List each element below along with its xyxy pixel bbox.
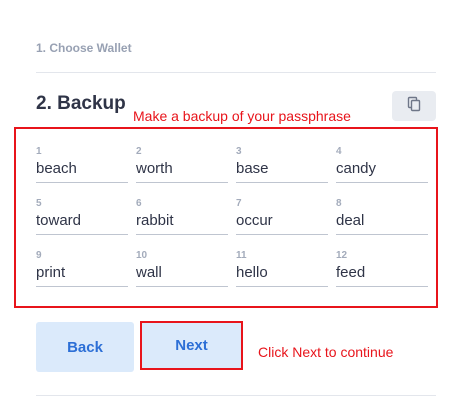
word-value: rabbit [136, 212, 174, 229]
word-number: 11 [236, 250, 247, 261]
word-number: 6 [136, 198, 142, 209]
next-button[interactable]: Next [140, 321, 243, 370]
word-underline [36, 286, 128, 287]
word-number: 7 [236, 198, 242, 209]
passphrase-grid: 1 beach 2 worth 3 base 4 candy 5 toward … [14, 127, 438, 308]
word-underline [236, 286, 328, 287]
word-value: toward [36, 212, 82, 229]
word-underline [336, 286, 428, 287]
word-value: beach [36, 160, 77, 177]
word-value: wall [136, 264, 162, 281]
word-value: candy [336, 160, 377, 177]
top-divider [36, 72, 436, 73]
passphrase-word-7: 7 occur [236, 198, 328, 238]
word-number: 3 [236, 146, 242, 157]
passphrase-word-8: 8 deal [336, 198, 428, 238]
bottom-divider [36, 395, 436, 396]
word-value: base [236, 160, 269, 177]
word-underline [36, 234, 128, 235]
passphrase-word-1: 1 beach [36, 146, 128, 186]
next-annotation: Click Next to continue [258, 344, 394, 360]
word-value: occur [236, 212, 273, 229]
word-number: 1 [36, 146, 42, 157]
word-underline [336, 234, 428, 235]
copy-button[interactable] [392, 91, 436, 121]
passphrase-word-11: 11 hello [236, 250, 328, 290]
step-backup-title: 2. Backup [36, 93, 126, 114]
word-underline [136, 286, 228, 287]
word-value: worth [136, 160, 173, 177]
passphrase-word-12: 12 feed [336, 250, 428, 290]
word-number: 12 [336, 250, 348, 261]
back-button[interactable]: Back [36, 322, 134, 372]
word-number: 2 [136, 146, 142, 157]
word-underline [136, 234, 228, 235]
passphrase-word-10: 10 wall [136, 250, 228, 290]
passphrase-word-4: 4 candy [336, 146, 428, 186]
word-underline [336, 182, 428, 183]
word-number: 4 [336, 146, 342, 157]
passphrase-word-5: 5 toward [36, 198, 128, 238]
word-value: feed [336, 264, 366, 281]
copy-icon [407, 96, 421, 117]
word-value: deal [336, 212, 365, 229]
passphrase-word-3: 3 base [236, 146, 328, 186]
word-underline [236, 234, 328, 235]
step-choose-wallet-title: 1. Choose Wallet [36, 41, 132, 55]
backup-annotation: Make a backup of your passphrase [133, 108, 351, 124]
word-underline [36, 182, 128, 183]
word-underline [136, 182, 228, 183]
passphrase-word-9: 9 print [36, 250, 128, 290]
word-value: hello [236, 264, 268, 281]
word-number: 10 [136, 250, 148, 261]
word-number: 5 [36, 198, 42, 209]
word-underline [236, 182, 328, 183]
passphrase-word-6: 6 rabbit [136, 198, 228, 238]
word-value: print [36, 264, 66, 281]
passphrase-word-2: 2 worth [136, 146, 228, 186]
word-number: 8 [336, 198, 342, 209]
word-number: 9 [36, 250, 42, 261]
